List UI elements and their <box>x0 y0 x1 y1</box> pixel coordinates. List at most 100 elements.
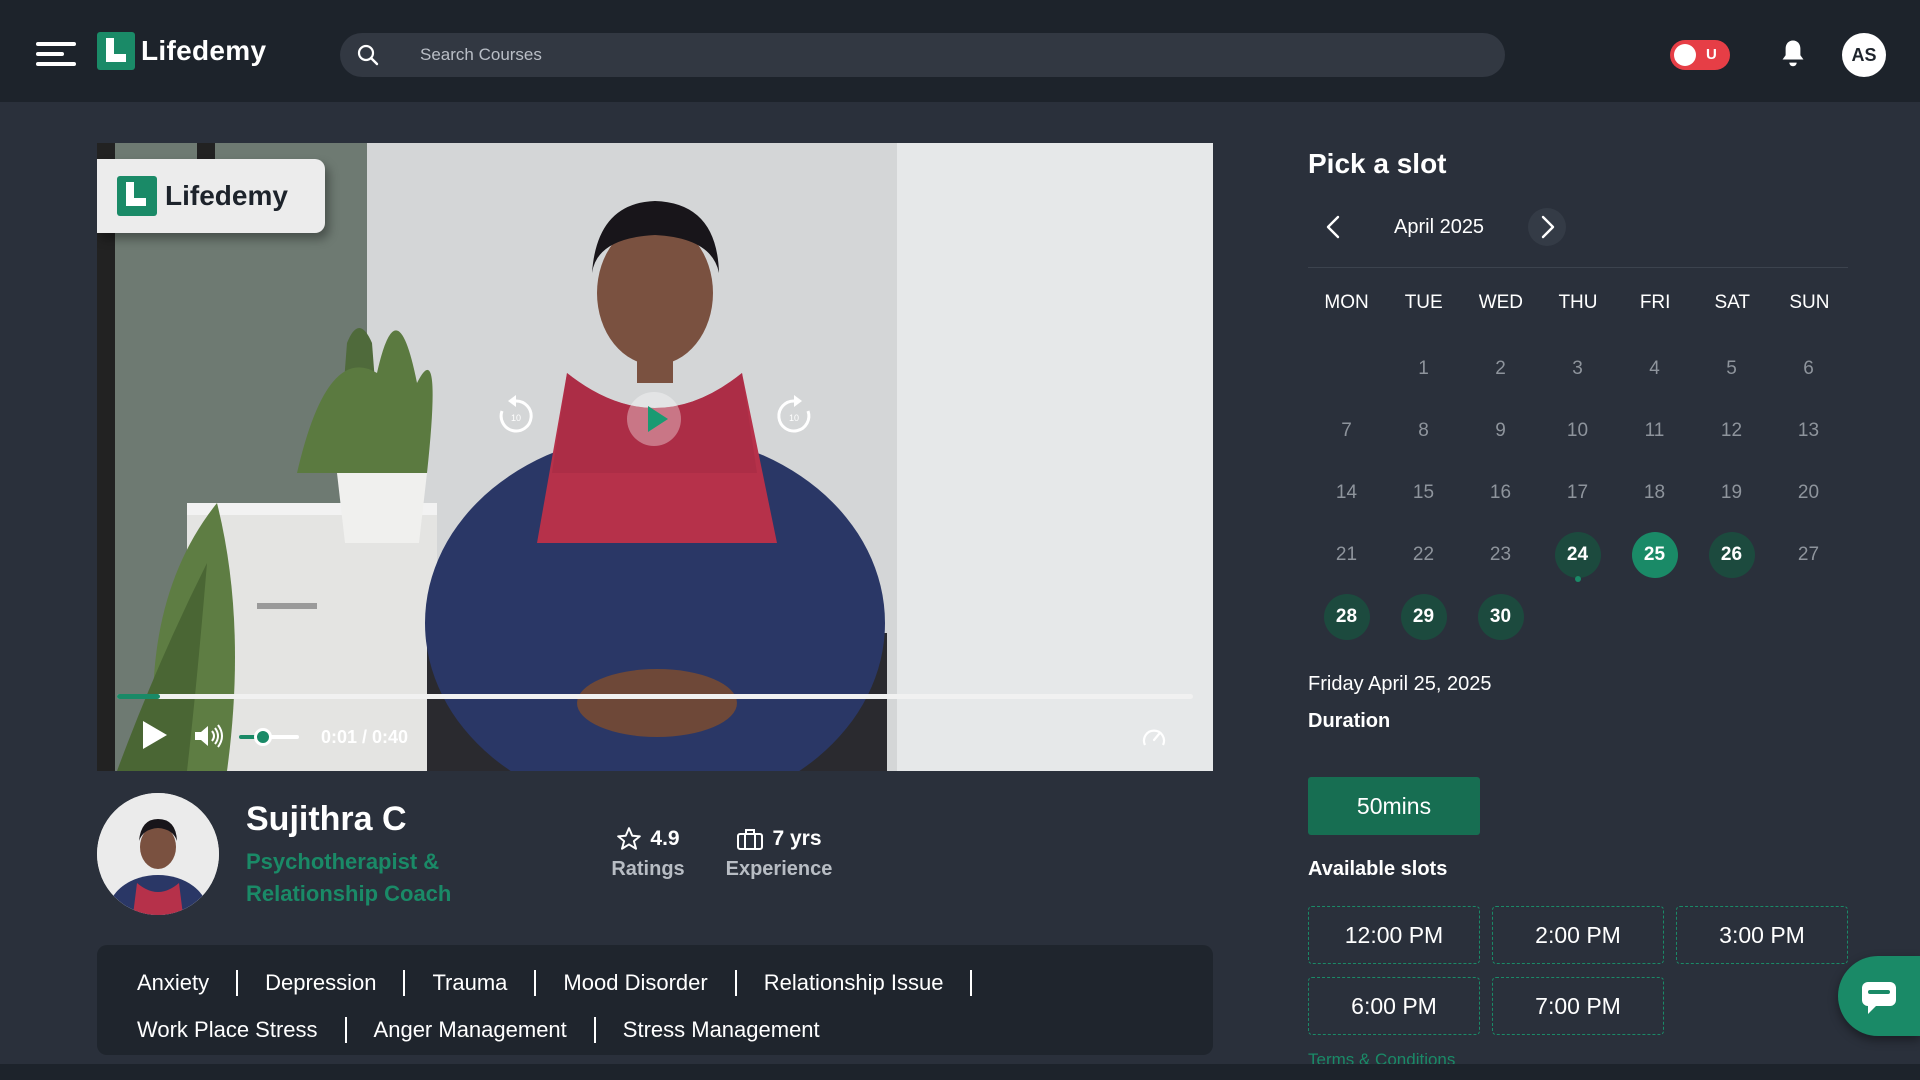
calendar-day[interactable]: 26 <box>1693 524 1770 586</box>
calendar-day-number: 9 <box>1495 420 1506 441</box>
video-time: 0:01 / 0:40 <box>321 727 409 747</box>
tag-item[interactable]: Mood Disorder <box>563 970 707 996</box>
tag-separator <box>970 970 973 996</box>
weekday-label: SAT <box>1714 292 1751 313</box>
ratings-stat: 4.9 Ratings <box>608 824 688 881</box>
chevron-left-icon[interactable] <box>1318 211 1350 243</box>
calendar-day-number: 26 <box>1708 532 1755 578</box>
tag-item[interactable]: Stress Management <box>623 1017 820 1043</box>
calendar-day: 2 <box>1462 338 1539 400</box>
calendar-day: 20 <box>1770 462 1847 524</box>
experience-label: Experience <box>725 858 833 880</box>
calendar-day: 1 <box>1385 338 1462 400</box>
calendar-grid: 1 2 3 4 5 6 7 8 9 10 11 12 13 14 15 16 17 18 19 20 21 22 23 24 2… <box>1308 338 1848 648</box>
calendar-day: 27 <box>1770 524 1847 586</box>
weekday-label: SUN <box>1789 292 1830 313</box>
calendar-day: 5 <box>1693 338 1770 400</box>
tag-item[interactable]: Depression <box>265 970 376 996</box>
calendar-day: 4 <box>1616 338 1693 400</box>
pick-slot-title: Pick a slot <box>1308 148 1447 179</box>
calendar-day-number: 19 <box>1720 482 1743 503</box>
calendar-day: 8 <box>1385 400 1462 462</box>
forward-10-icon[interactable]: 10 <box>771 393 817 439</box>
user-avatar[interactable]: AS <box>1842 33 1886 77</box>
weekday-header: MON TUE WED THU FRI SAT SUN <box>1308 292 1848 314</box>
calendar-day-number: 10 <box>1566 420 1589 441</box>
volume-slider[interactable] <box>239 728 299 746</box>
toggle-label: U <box>1706 46 1717 63</box>
weekday-label: TUE <box>1404 292 1443 313</box>
calendar-day-number: 27 <box>1797 544 1820 565</box>
selected-date: Friday April 25, 2025 <box>1308 673 1492 695</box>
toggle-knob <box>1674 44 1696 66</box>
calendar-day-number: 7 <box>1341 420 1352 441</box>
calendar-day-number: 20 <box>1797 482 1820 503</box>
next-month-button[interactable] <box>1528 208 1566 246</box>
watermark-logo-icon <box>117 176 157 216</box>
calendar-day-number: 25 <box>1631 532 1678 578</box>
duration-label: Duration <box>1308 710 1391 732</box>
play-button[interactable] <box>141 721 167 749</box>
video-progress-fill <box>117 694 161 699</box>
chat-button[interactable] <box>1838 956 1920 1036</box>
volume-icon[interactable] <box>193 723 225 749</box>
calendar-day-number: 1 <box>1418 358 1429 379</box>
calendar-day[interactable]: 29 <box>1385 586 1462 648</box>
time-slot[interactable]: 2:00 PM <box>1492 906 1664 964</box>
menu-icon[interactable] <box>36 40 76 68</box>
playback-speed-icon[interactable] <box>1141 725 1167 749</box>
calendar-day-number: 29 <box>1400 594 1447 640</box>
bell-icon[interactable] <box>1778 38 1808 70</box>
video-progress-bar[interactable] <box>117 694 1193 699</box>
time-slot[interactable]: 6:00 PM <box>1308 977 1480 1035</box>
calendar-day-number: 15 <box>1412 482 1435 503</box>
rewind-10-icon[interactable]: 10 <box>493 393 539 439</box>
calendar-day-number: 4 <box>1649 358 1660 379</box>
time-slot[interactable]: 7:00 PM <box>1492 977 1664 1035</box>
therapist-avatar <box>97 793 219 915</box>
tag-item[interactable]: Anxiety <box>137 970 209 996</box>
search-input[interactable] <box>420 33 1480 77</box>
tag-item[interactable]: Relationship Issue <box>764 970 944 996</box>
tag-separator <box>534 970 537 996</box>
tag-item[interactable]: Work Place Stress <box>137 1017 318 1043</box>
calendar-day: 7 <box>1308 400 1385 462</box>
intro-video-player[interactable]: Lifedemy 10 10 0:01 / 0:40 <box>97 143 1213 771</box>
calendar-day-number: 2 <box>1495 358 1506 379</box>
time-slot[interactable]: 12:00 PM <box>1308 906 1480 964</box>
top-bar: Lifedemy U AS <box>0 0 1920 102</box>
weekday-label: FRI <box>1639 292 1671 313</box>
play-center-button[interactable] <box>627 392 681 446</box>
tag-item[interactable]: Anger Management <box>374 1017 567 1043</box>
calendar-day[interactable]: 30 <box>1462 586 1539 648</box>
calendar-day-number: 11 <box>1644 420 1665 441</box>
briefcase-icon <box>737 829 764 850</box>
svg-text:10: 10 <box>789 413 799 423</box>
search-icon[interactable] <box>356 43 380 67</box>
star-icon <box>617 827 642 850</box>
calendar-day: 12 <box>1693 400 1770 462</box>
calendar-day: 15 <box>1385 462 1462 524</box>
calendar-day-selected[interactable]: 25 <box>1616 524 1693 586</box>
rating-label: Ratings <box>611 858 685 880</box>
search-bar <box>340 33 1505 77</box>
calendar-day-number: 12 <box>1720 420 1743 441</box>
mode-toggle[interactable]: U <box>1670 40 1730 70</box>
weekday-label: THU <box>1558 292 1598 313</box>
tag-item[interactable]: Trauma <box>432 970 507 996</box>
duration-option[interactable]: 50mins <box>1308 777 1480 835</box>
time-slot[interactable]: 3:00 PM <box>1676 906 1848 964</box>
calendar-day[interactable]: 28 <box>1308 586 1385 648</box>
volume-thumb[interactable] <box>254 728 272 746</box>
therapist-photo <box>97 793 219 915</box>
tag-separator <box>403 970 406 996</box>
brand-logo[interactable]: Lifedemy <box>97 32 266 70</box>
calendar-day[interactable]: 24 <box>1539 524 1616 586</box>
calendar-day: 3 <box>1539 338 1616 400</box>
calendar-day: 17 <box>1539 462 1616 524</box>
calendar-day-number: 24 <box>1554 532 1601 578</box>
calendar-day-number: 21 <box>1335 544 1358 565</box>
calendar-month: April 2025 <box>1394 216 1485 238</box>
tag-separator <box>734 970 737 996</box>
tag-separator <box>593 1017 596 1043</box>
